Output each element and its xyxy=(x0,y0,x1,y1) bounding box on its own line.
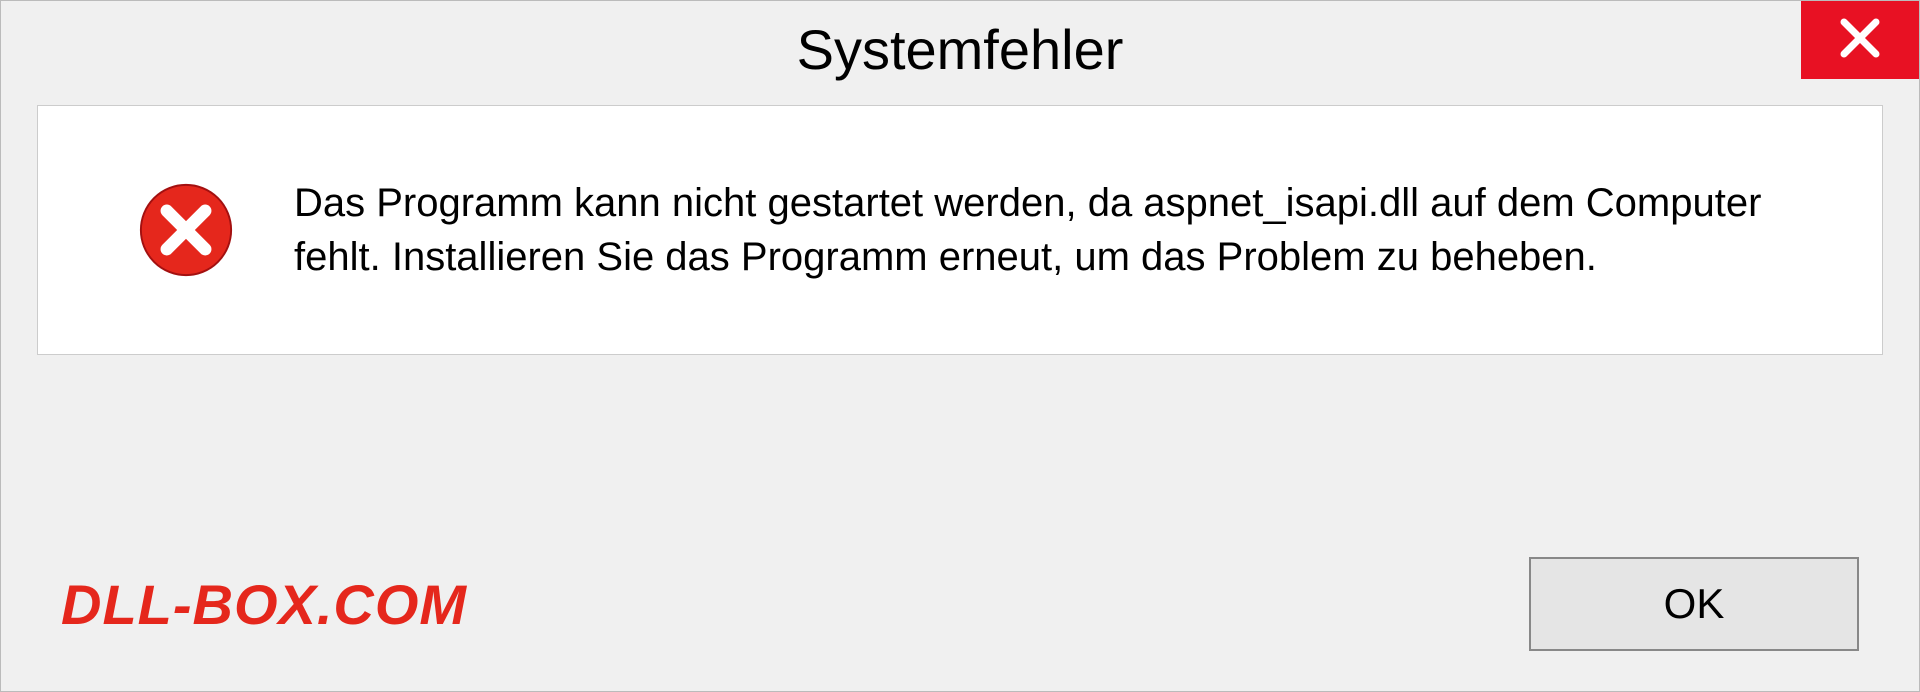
close-icon xyxy=(1838,16,1882,65)
watermark-text: DLL-BOX.COM xyxy=(61,572,467,637)
error-icon xyxy=(138,182,234,278)
dialog-title: Systemfehler xyxy=(797,17,1124,82)
footer: DLL-BOX.COM OK xyxy=(1,517,1919,691)
error-dialog: Systemfehler Das Programm kann nicht ges… xyxy=(0,0,1920,692)
content-box: Das Programm kann nicht gestartet werden… xyxy=(37,105,1883,355)
ok-button[interactable]: OK xyxy=(1529,557,1859,651)
titlebar: Systemfehler xyxy=(1,1,1919,97)
close-button[interactable] xyxy=(1801,1,1919,79)
error-message: Das Programm kann nicht gestartet werden… xyxy=(294,176,1802,284)
